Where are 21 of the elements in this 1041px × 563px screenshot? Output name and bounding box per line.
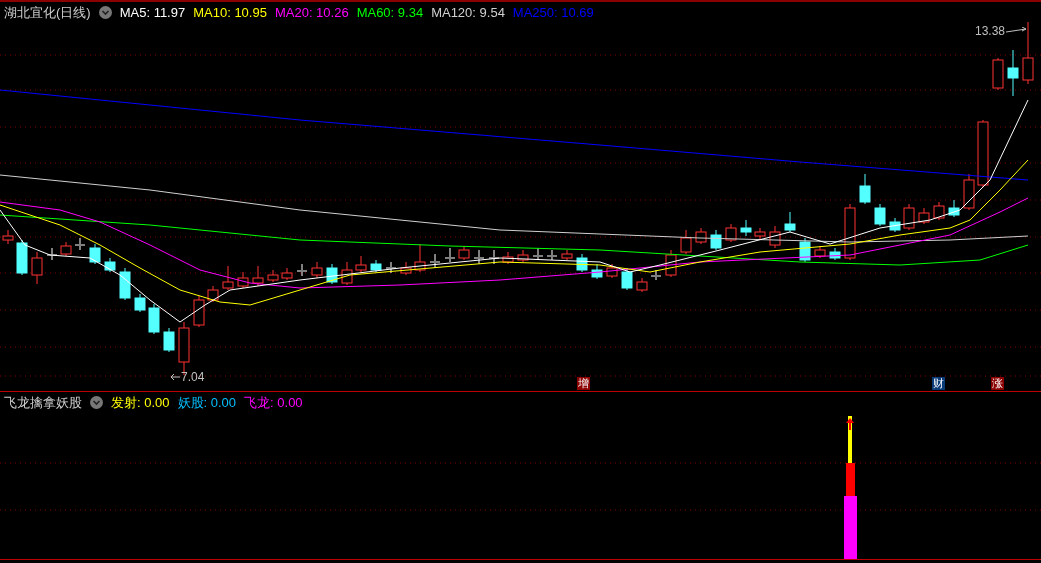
indicator-value: MA5: 11.97 (119, 5, 186, 19)
indicator-value: MA20: 10.26 (274, 5, 349, 19)
event-marker[interactable]: 增 (577, 377, 590, 390)
arrow-icon (170, 373, 180, 381)
event-marker[interactable]: 涨 (991, 377, 1004, 390)
indicator-value: 飞龙: 0.00 (244, 395, 303, 409)
indicator-value: MA120: 9.54 (431, 5, 505, 19)
up-arrow-icon (846, 418, 854, 430)
chart-title: 湖北宜化(日线) (4, 5, 91, 19)
indicator-value: MA10: 10.95 (193, 5, 267, 19)
price-label: 7.04 (181, 369, 205, 386)
chevron-down-icon[interactable] (98, 5, 112, 19)
indicator-value: MA250: 10.69 (512, 5, 594, 19)
indicator-value: 妖股: 0.00 (177, 395, 237, 409)
event-marker[interactable]: 财 (932, 377, 945, 390)
indicator-value: 发射: 0.00 (111, 395, 170, 409)
price-label: 13.38 (975, 23, 1006, 40)
indicator-value: MA60: 9.34 (356, 5, 424, 19)
arrow-icon (1006, 27, 1029, 35)
chevron-down-icon[interactable] (90, 395, 103, 409)
chart-title: 飞龙擒拿妖股 (4, 395, 82, 409)
